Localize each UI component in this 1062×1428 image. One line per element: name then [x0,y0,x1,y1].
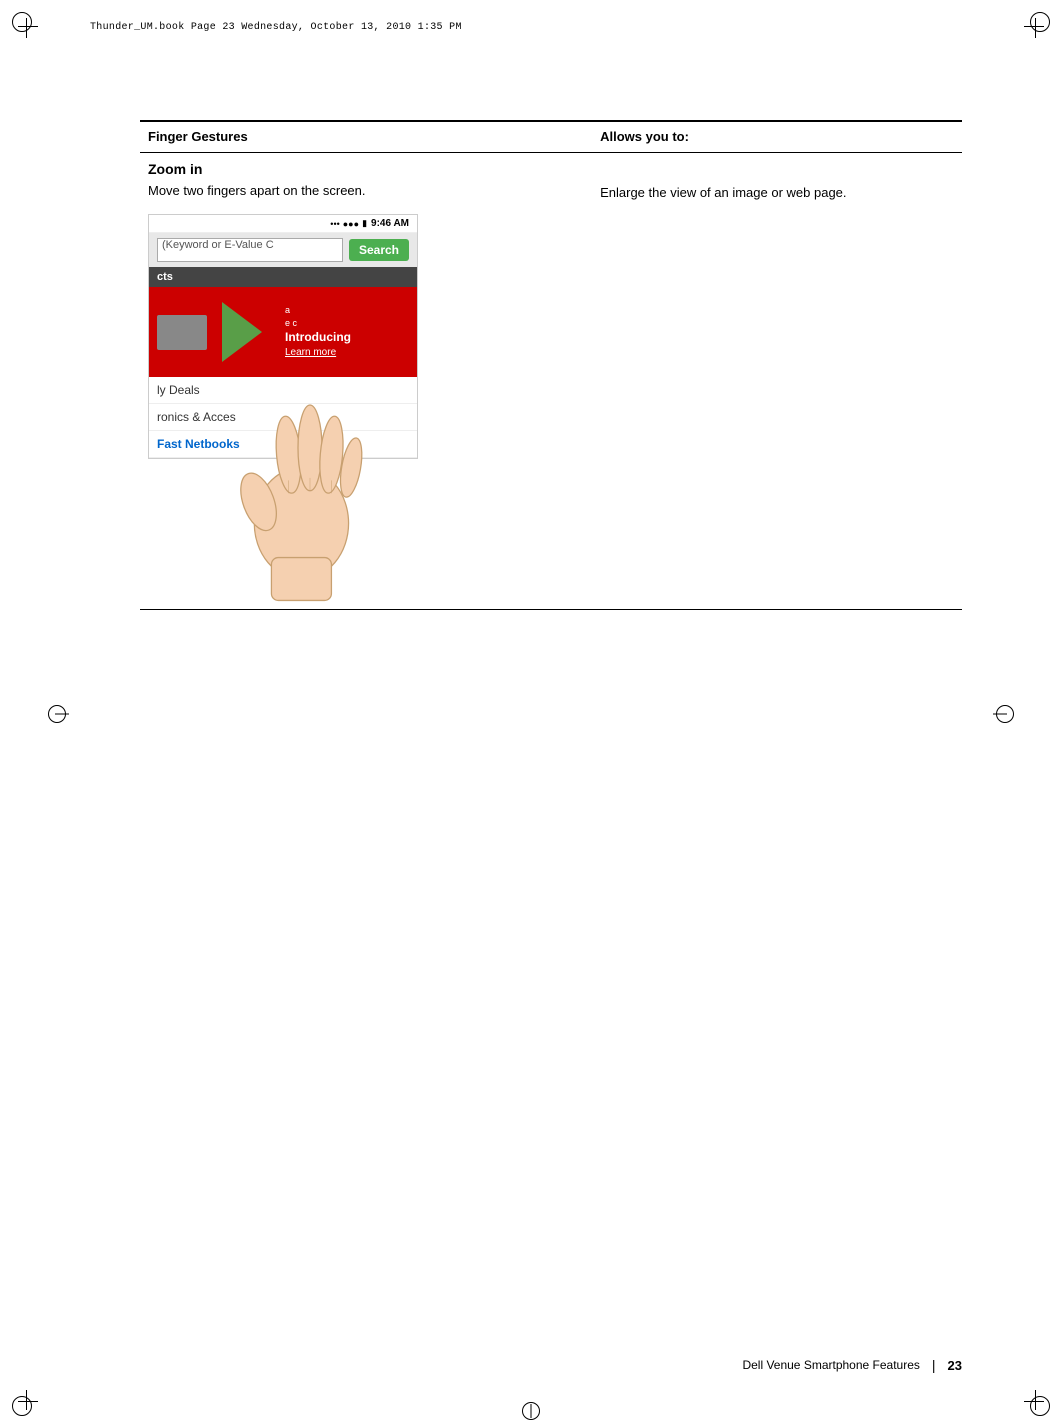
status-time: 9:46 AM [371,218,409,229]
ad-arrow-area [217,292,277,372]
products-bar: cts [149,267,417,287]
status-icons: ••• ●●● ▮ [330,218,367,229]
products-label: cts [157,271,173,283]
footer-text: Dell Venue Smartphone Features [140,1358,920,1372]
ad-avatar-image [157,315,207,350]
ad-left-content [157,315,217,350]
left-margin-tick [55,714,69,715]
corner-crosshair-bl [18,1380,48,1410]
file-info-header: Thunder_UM.book Page 23 Wednesday, Octob… [90,22,462,33]
deals-text: ly Deals [157,383,200,397]
main-content: Finger Gestures Allows you to: Zoom in M… [140,120,962,1328]
search-input-display[interactable]: (Keyword or E-Value C [157,238,343,262]
gesture-illustration [140,409,410,609]
wifi-icon: ••• [330,219,339,229]
header-allows-label: Allows you to: [600,129,689,144]
signal-icon: ●●● [343,219,359,229]
search-input-text: (Keyword or E-Value C [162,239,274,251]
zoom-description: Move two fingers apart on the screen. [140,181,592,208]
zoom-in-title: Zoom in [140,153,592,181]
header-gesture-col: Finger Gestures [140,121,592,153]
learn-more-link[interactable]: Learn more [285,346,351,360]
ad-small-text: ae c [285,304,351,329]
hand-gesture-svg [210,369,410,609]
search-button[interactable]: Search [349,239,409,261]
battery-icon: ▮ [362,218,367,229]
header-gesture-label: Finger Gestures [148,129,248,144]
ad-arrow-svg [217,292,277,372]
search-area: (Keyword or E-Value C Search [149,233,417,267]
table-header-row: Finger Gestures Allows you to: [140,121,962,153]
status-bar: ••• ●●● ▮ 9:46 AM [149,215,417,233]
gesture-table: Finger Gestures Allows you to: Zoom in M… [140,120,962,610]
corner-crosshair-br [1014,1380,1044,1410]
introducing-text: Introducing [285,329,351,346]
ad-text-area: ae c Introducing Learn more [277,304,351,360]
page-number: 23 [948,1358,962,1373]
right-margin-tick [993,714,1007,715]
allows-content-cell: Enlarge the view of an image or web page… [592,153,962,610]
corner-crosshair-tr [1014,18,1044,48]
allows-text: Enlarge the view of an image or web page… [592,153,962,211]
table-content-row: Zoom in Move two fingers apart on the sc… [140,153,962,610]
ad-banner: ae c Introducing Learn more [149,287,417,377]
gesture-content-cell: Zoom in Move two fingers apart on the sc… [140,153,592,610]
page-footer: Dell Venue Smartphone Features | 23 [140,1357,962,1373]
header-allows-col: Allows you to: [592,121,962,153]
corner-crosshair-tl [18,18,48,48]
bottom-center-tick [531,1404,532,1418]
footer-separator: | [932,1357,936,1373]
